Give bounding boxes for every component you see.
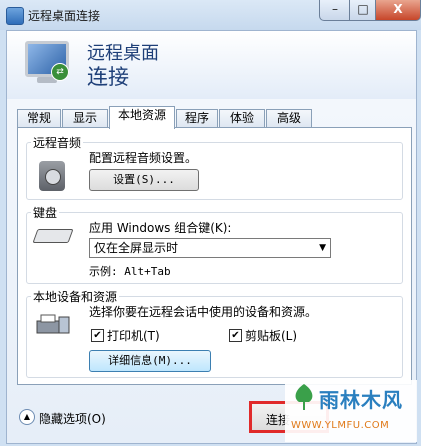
speaker-icon bbox=[39, 161, 65, 191]
watermark-text: 雨林木风 bbox=[319, 388, 403, 412]
minimize-button[interactable]: – bbox=[319, 0, 351, 21]
remote-desktop-icon bbox=[6, 7, 24, 25]
remote-audio-title: 远程音频 bbox=[31, 134, 84, 151]
clipboard-label: 剪贴板(L) bbox=[245, 329, 298, 343]
printers-checkbox[interactable]: ✔ bbox=[91, 329, 104, 342]
connection-arrows-icon: ⇄ bbox=[51, 63, 69, 81]
devices-icon bbox=[36, 314, 70, 334]
clipboard-checkbox[interactable]: ✔ bbox=[229, 329, 242, 342]
local-devices-group: 本地设备和资源 选择你要在远程会话中使用的设备和资源。 ✔ 打印机(T) ✔ 剪… bbox=[26, 288, 403, 378]
windows-key-combo-value: 仅在全屏显示时 bbox=[94, 241, 179, 255]
local-resources-panel: 远程音频 配置远程音频设置。 设置(S)... 键盘 应用 Windows 组合… bbox=[17, 127, 412, 385]
audio-description: 配置远程音频设置。 bbox=[89, 151, 198, 165]
title-bar: 远程桌面连接 – □ X bbox=[0, 0, 421, 30]
keyboard-example: 示例: Alt+Tab bbox=[89, 265, 171, 278]
keyboard-icon bbox=[32, 229, 74, 243]
tab-display[interactable]: 显示 bbox=[62, 109, 108, 128]
maximize-button[interactable]: □ bbox=[349, 0, 377, 21]
tab-advanced[interactable]: 高级 bbox=[266, 109, 312, 128]
watermark-url: WWW.YLMFU.COM bbox=[291, 420, 390, 431]
keyboard-group: 键盘 应用 Windows 组合键(K): 仅在全屏显示时 ▼ 示例: Alt+… bbox=[26, 204, 403, 284]
dialog-header: ⇄ 远程桌面 连接 bbox=[7, 31, 416, 99]
tab-local-resources[interactable]: 本地资源 bbox=[109, 106, 175, 129]
tree-logo-icon bbox=[295, 384, 313, 410]
remote-audio-group: 远程音频 配置远程音频设置。 设置(S)... bbox=[26, 134, 403, 200]
tab-general[interactable]: 常规 bbox=[17, 109, 61, 128]
printers-label: 打印机(T) bbox=[107, 329, 160, 343]
window-title: 远程桌面连接 bbox=[28, 9, 101, 23]
collapse-options-icon[interactable]: ▲ bbox=[19, 409, 35, 425]
more-details-button[interactable]: 详细信息(M)... bbox=[89, 350, 211, 372]
watermark: 雨林木风 WWW.YLMFU.COM bbox=[285, 380, 417, 442]
windows-key-combo-select[interactable]: 仅在全屏显示时 ▼ bbox=[89, 238, 331, 258]
audio-settings-button[interactable]: 设置(S)... bbox=[89, 169, 199, 191]
tab-experience[interactable]: 体验 bbox=[219, 109, 265, 128]
tab-programs[interactable]: 程序 bbox=[176, 109, 218, 128]
keyboard-title: 键盘 bbox=[31, 204, 60, 221]
windows-key-combo-label: 应用 Windows 组合键(K): bbox=[89, 221, 232, 235]
hide-options-link[interactable]: 隐藏选项(O) bbox=[39, 410, 106, 427]
devices-description: 选择你要在远程会话中使用的设备和资源。 bbox=[89, 305, 318, 319]
app-title-line2: 连接 bbox=[87, 65, 129, 89]
dropdown-arrow-icon: ▼ bbox=[319, 243, 326, 253]
close-button[interactable]: X bbox=[375, 0, 421, 21]
